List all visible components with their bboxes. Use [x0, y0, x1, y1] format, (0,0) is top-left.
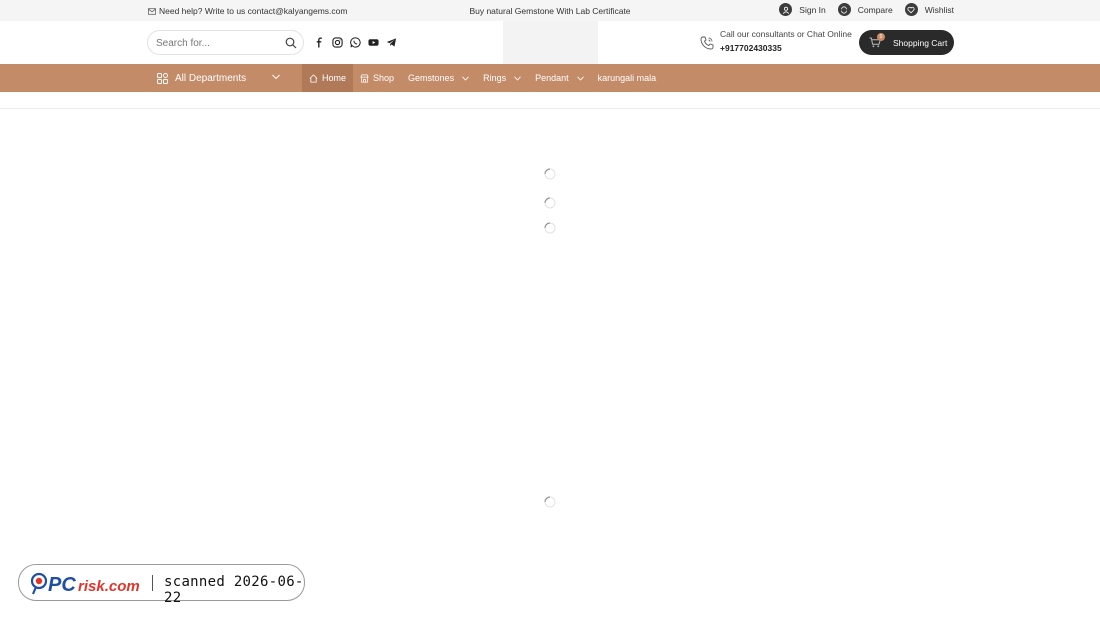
- facebook-icon[interactable]: [314, 37, 325, 48]
- search-input[interactable]: [156, 35, 276, 51]
- heart-icon: [904, 3, 918, 16]
- all-departments-button[interactable]: All Departments: [157, 64, 283, 92]
- telegram-icon[interactable]: [386, 37, 397, 48]
- svg-text:PC: PC: [48, 574, 76, 596]
- scan-date-text: scanned 2026-06-22: [164, 574, 304, 606]
- pcrisk-logo: PC risk.com: [30, 572, 140, 596]
- cart-label: Shopping Cart: [893, 38, 948, 48]
- nav-item-rings[interactable]: Rings: [476, 64, 528, 92]
- nav-item-home[interactable]: Home: [302, 64, 354, 92]
- loading-spinner-icon: [544, 168, 556, 180]
- wishlist-link[interactable]: Wishlist: [904, 3, 954, 16]
- whatsapp-icon[interactable]: [350, 37, 361, 48]
- loading-spinner-icon: [544, 197, 556, 209]
- wishlist-label: Wishlist: [924, 4, 954, 15]
- nav-item-label: Pendant: [535, 73, 569, 83]
- all-departments-label: All Departments: [175, 72, 247, 84]
- nav-item-label: Home: [322, 73, 347, 83]
- loading-spinner-icon: [544, 496, 556, 508]
- nav-item-shop[interactable]: Shop: [353, 64, 401, 92]
- nav-item-label: karungali mala: [597, 73, 657, 83]
- nav-item-pendant[interactable]: Pendant: [528, 64, 591, 92]
- chevron-down-icon: [272, 74, 280, 80]
- compare-icon: [837, 3, 851, 16]
- nav-item-label: Rings: [483, 73, 507, 83]
- social-links: [314, 37, 397, 48]
- instagram-icon[interactable]: [332, 37, 343, 48]
- home-icon: [309, 73, 318, 83]
- nav-item-karungali-mala[interactable]: karungali mala: [591, 64, 664, 92]
- sign-in-label: Sign In: [799, 4, 826, 15]
- search-icon[interactable]: [285, 37, 297, 49]
- compare-label: Compare: [857, 4, 893, 15]
- contact-info: Call our consultants or Chat Online +917…: [700, 29, 852, 53]
- pcrisk-watermark: PC risk.com scanned 2026-06-22: [18, 564, 305, 606]
- chevron-down-icon: [462, 76, 469, 81]
- chevron-down-icon: [576, 76, 584, 81]
- shopping-cart-button[interactable]: 0 Shopping Cart: [859, 30, 954, 55]
- nav-item-label: Gemstones: [408, 73, 455, 83]
- chevron-down-icon: [514, 76, 521, 81]
- site-header: Call our consultants or Chat Online +917…: [0, 21, 1100, 64]
- sign-in-link[interactable]: Sign In: [779, 3, 826, 16]
- phone-icon: [700, 36, 714, 50]
- contact-phone[interactable]: +917702430335: [720, 43, 852, 53]
- user-icon: [779, 3, 793, 16]
- loading-spinner-icon: [544, 222, 556, 234]
- departments-grid-icon: [157, 72, 168, 84]
- header-divider: [0, 108, 1100, 109]
- nav-item-label: Shop: [373, 73, 395, 83]
- search-box: [147, 30, 304, 55]
- cart-count-badge: 0: [877, 33, 885, 41]
- site-logo[interactable]: [503, 21, 598, 64]
- main-nav: All Departments Home Shop Gemstones Ring…: [0, 64, 1100, 92]
- nav-menu: Home Shop Gemstones Rings Pendant karung…: [302, 64, 663, 92]
- contact-text: Call our consultants or Chat Online +917…: [720, 29, 852, 53]
- contact-line: Call our consultants or Chat Online: [720, 29, 852, 39]
- top-bar: Need help? Write to us contact@kalyangem…: [0, 0, 1100, 21]
- account-links: Sign In Compare Wishlist: [767, 3, 954, 16]
- svg-text:risk.com: risk.com: [78, 578, 140, 595]
- nav-item-gemstones[interactable]: Gemstones: [401, 64, 476, 92]
- watermark-separator: [152, 575, 153, 591]
- shop-icon: [360, 74, 369, 82]
- youtube-icon[interactable]: [368, 37, 379, 48]
- compare-link[interactable]: Compare: [837, 3, 893, 16]
